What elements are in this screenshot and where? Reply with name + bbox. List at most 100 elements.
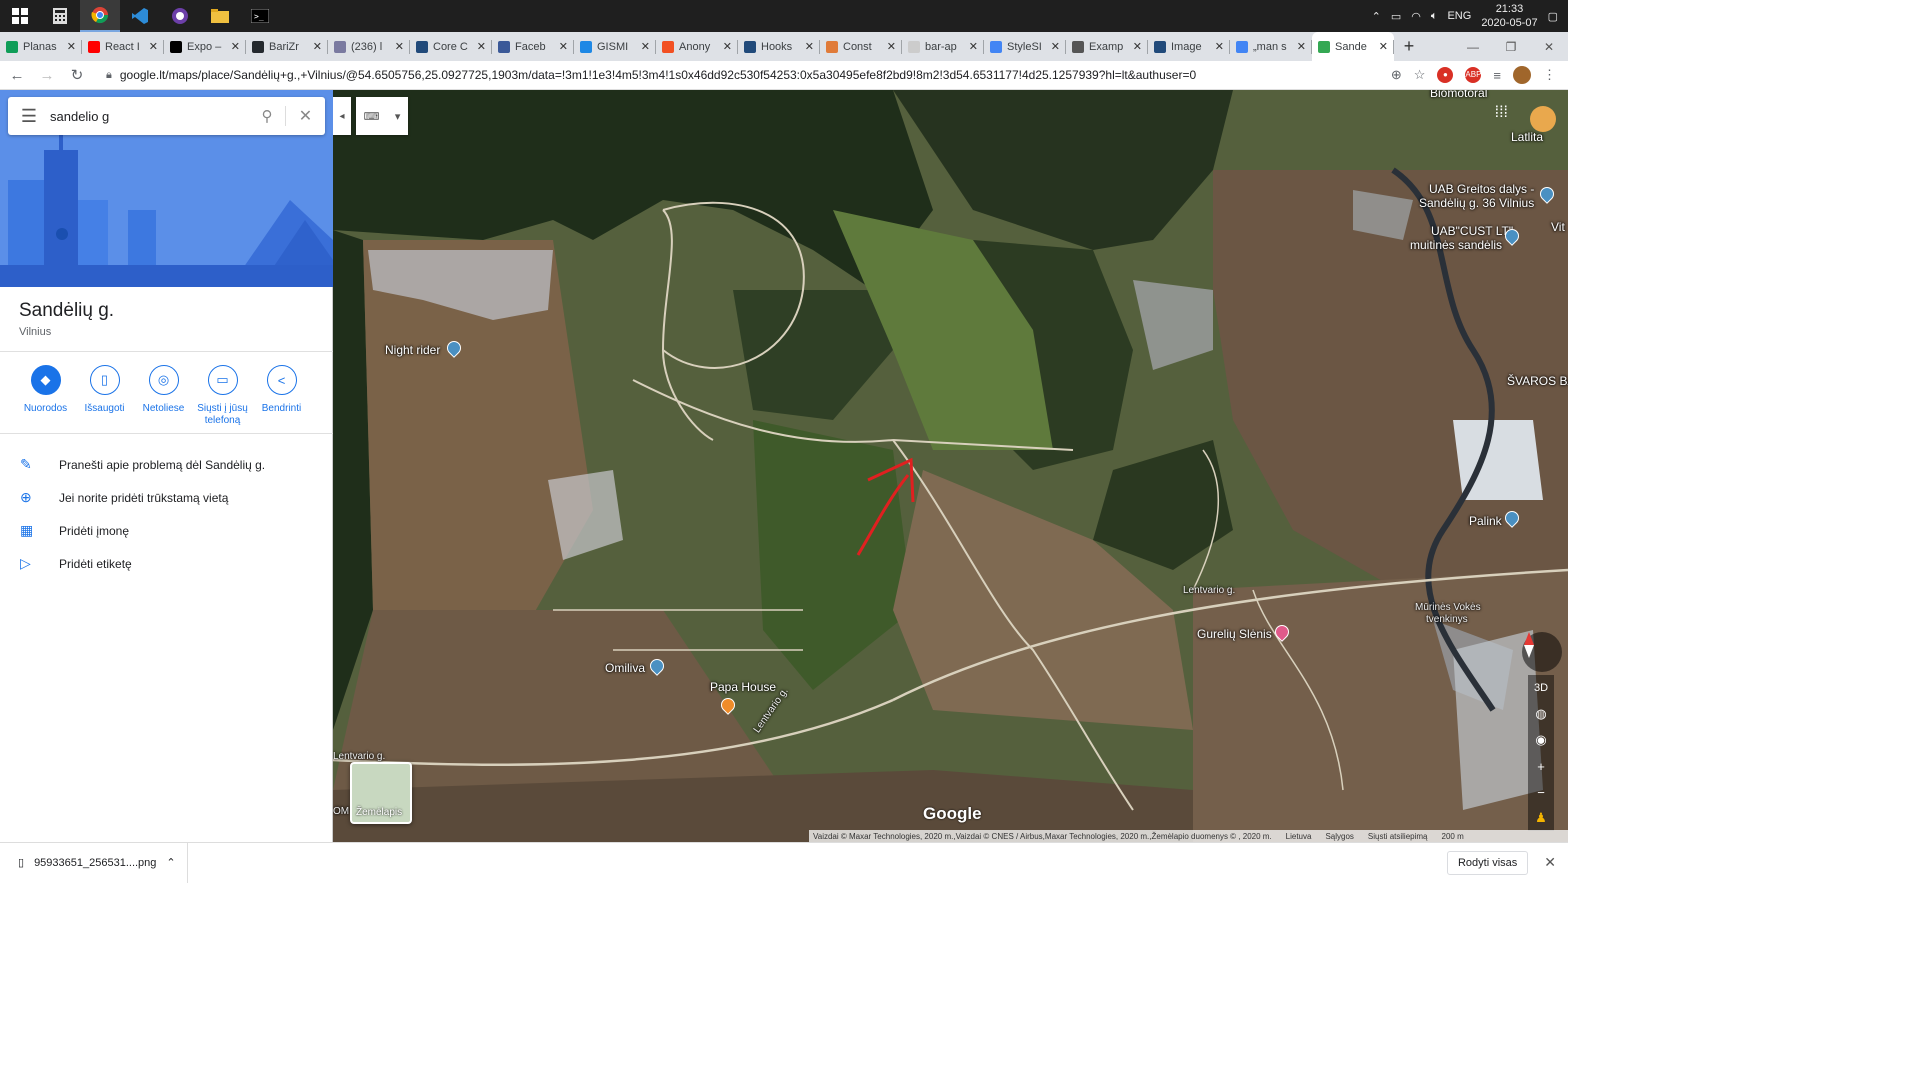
compass-icon[interactable] [1522,632,1562,672]
nearby-button[interactable]: ◎ Netoliese [134,365,193,427]
terminal-app-icon[interactable]: >_ [240,0,280,32]
map-place-label[interactable]: Papa House [710,680,776,694]
add-label-link[interactable]: ▷ Pridėti etiketę [20,555,132,572]
browser-tab[interactable]: StyleSI ✕ [984,32,1066,61]
back-arrow-icon[interactable]: ← [4,67,30,84]
clear-search-icon[interactable]: ✕ [285,106,325,126]
tab-close-icon[interactable]: ✕ [641,40,650,53]
scale-label[interactable]: 200 m [1442,832,1464,841]
feedback-link[interactable]: Siųsti atsiliepimą [1368,832,1428,841]
map-place-label[interactable]: Gurelių Slėnis [1197,627,1272,641]
search-icon[interactable]: ⚲ [249,107,285,125]
globe-icon[interactable]: ◍ [1528,701,1554,727]
hamburger-menu-icon[interactable]: ☰ [8,106,50,127]
collapse-panel-button[interactable]: ◂ [333,97,351,135]
bookmark-star-icon[interactable]: ☆ [1414,67,1426,83]
tab-close-icon[interactable]: ✕ [887,40,896,53]
vscode-app-icon[interactable] [120,0,160,32]
clock[interactable]: 21:33 2020-05-07 [1481,2,1537,30]
browser-tab[interactable]: Sande ✕ [1312,32,1394,61]
new-tab-button[interactable]: + [1394,32,1424,61]
browser-tab[interactable]: bar-ap ✕ [902,32,984,61]
map-place-label[interactable]: Sandėlių g. 36 Vilnius [1419,196,1534,210]
windows-start-icon[interactable] [0,0,40,32]
chevron-up-icon[interactable]: ⌃ [166,856,175,869]
send-to-phone-button[interactable]: ▭ Siųsti į jūsų telefoną [193,365,252,427]
minimize-icon[interactable]: — [1454,40,1492,54]
tab-close-icon[interactable]: ✕ [1297,40,1306,53]
browser-tab[interactable]: Examp ✕ [1066,32,1148,61]
map-place-label[interactable]: ŠVAROS BA [1507,374,1568,388]
apps-grid-icon[interactable]: ⁞⁞⁞ [1495,104,1508,122]
show-all-downloads-button[interactable]: Rodyti visas [1446,850,1529,875]
battery-icon[interactable]: ▭ [1391,10,1401,23]
reload-icon[interactable]: ↻ [64,66,90,84]
map-place-label[interactable]: muitinės sandėlis [1410,238,1502,252]
lock-icon[interactable]: 🔒︎ [106,69,112,82]
add-missing-place-link[interactable]: ⊕ Jei norite pridėti trūkstamą vietą [20,489,228,506]
map-place-label[interactable]: Palink [1469,514,1502,528]
map-place-label[interactable]: Night rider [385,343,440,357]
tab-close-icon[interactable]: ✕ [1051,40,1060,53]
browser-tab[interactable]: GISMI ✕ [574,32,656,61]
tab-close-icon[interactable]: ✕ [67,40,76,53]
volume-icon[interactable]: 🔈︎ [1431,10,1438,23]
tab-close-icon[interactable]: ✕ [395,40,404,53]
map-place-label[interactable]: Omiliva [605,661,645,675]
map-place-label[interactable]: Latlita [1511,130,1543,144]
notifications-icon[interactable]: ▢ [1548,10,1558,23]
browser-tab[interactable]: Const ✕ [820,32,902,61]
address-bar[interactable]: 🔒︎ google.lt/maps/place/Sandėlių+g.,+Vil… [90,63,1391,87]
window-close-icon[interactable]: ✕ [1530,40,1568,54]
tab-close-icon[interactable]: ✕ [313,40,322,53]
satellite-map[interactable]: ◂ ⌨ ▾ ⁞⁞⁞ Night rider Biomotoral Latlita… [333,90,1568,842]
tab-close-icon[interactable]: ✕ [1133,40,1142,53]
browser-tab[interactable]: Faceb ✕ [492,32,574,61]
input-tools-button[interactable]: ⌨ ▾ [356,97,408,135]
tab-close-icon[interactable]: ✕ [559,40,568,53]
media-icon[interactable]: ≡ [1493,68,1501,83]
my-location-icon[interactable]: ◉ [1528,727,1554,753]
country-link[interactable]: Lietuva [1286,832,1312,841]
profile-avatar[interactable] [1513,66,1531,84]
tab-close-icon[interactable]: ✕ [477,40,486,53]
wifi-icon[interactable]: ◠ [1411,10,1421,23]
browser-tab[interactable]: BariZr ✕ [246,32,328,61]
browser-tab[interactable]: Expo – ✕ [164,32,246,61]
tab-close-icon[interactable]: ✕ [723,40,732,53]
tab-close-icon[interactable]: ✕ [231,40,240,53]
zoom-out-button[interactable]: − [1528,779,1554,805]
pegman-icon[interactable]: ♟ [1528,805,1554,831]
browser-tab[interactable]: (236) l ✕ [328,32,410,61]
browser-tab[interactable]: Anony ✕ [656,32,738,61]
chrome-app-icon[interactable] [80,0,120,32]
tab-close-icon[interactable]: ✕ [1215,40,1224,53]
terms-link[interactable]: Sąlygos [1325,832,1353,841]
app-purple-icon[interactable] [160,0,200,32]
search-input[interactable]: sandelio g [50,109,249,124]
map-place-label[interactable]: UAB"CUST LT" [1431,224,1513,238]
layer-toggle-button[interactable]: Žemėlapis [350,762,412,824]
browser-tab[interactable]: Planas ✕ [0,32,82,61]
tab-close-icon[interactable]: ✕ [805,40,814,53]
browser-tab[interactable]: Hooks ✕ [738,32,820,61]
calculator-app-icon[interactable] [40,0,80,32]
map-place-label[interactable]: Vit [1551,220,1565,234]
location-target-icon[interactable]: ⊕ [1391,67,1402,83]
maximize-icon[interactable]: ❐ [1492,40,1530,54]
3d-toggle-button[interactable]: 3D [1528,675,1554,701]
extension-red-icon[interactable]: ● [1437,67,1454,83]
browser-tab[interactable]: Image ✕ [1148,32,1230,61]
tab-close-icon[interactable]: ✕ [149,40,158,53]
chrome-menu-icon[interactable]: ⋮ [1543,67,1556,83]
file-explorer-icon[interactable] [200,0,240,32]
chevron-up-icon[interactable]: ⌃ [1372,10,1381,23]
extension-abp-icon[interactable]: ABP [1465,67,1481,83]
map-place-label[interactable]: UAB Greitos dalys - [1429,182,1534,196]
close-download-bar-icon[interactable]: ✕ [1544,854,1556,871]
directions-button[interactable]: ◆ Nuorodos [16,365,75,427]
browser-tab[interactable]: Core C ✕ [410,32,492,61]
language-indicator[interactable]: ENG [1447,10,1471,22]
forward-arrow-icon[interactable]: → [34,67,60,84]
browser-tab[interactable]: „man s ✕ [1230,32,1312,61]
